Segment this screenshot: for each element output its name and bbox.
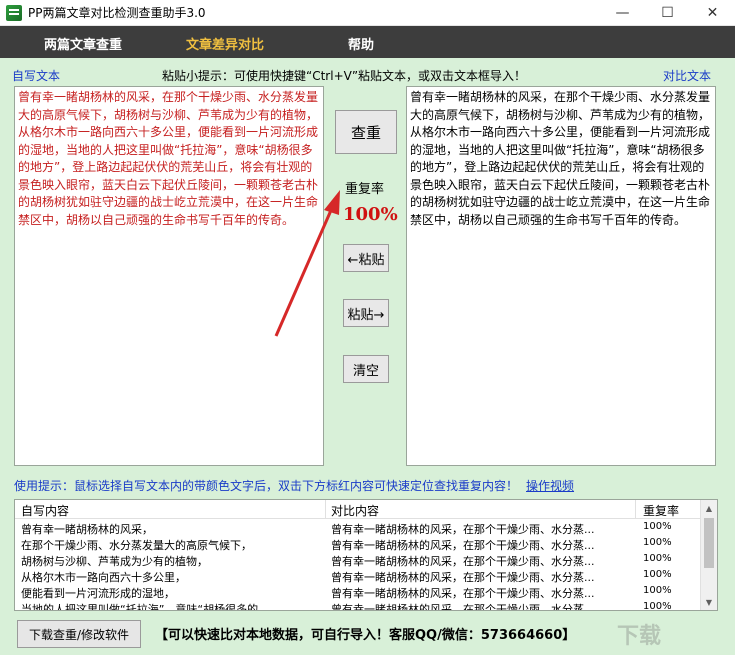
row-own-content: 曾有幸一睹胡杨林的风采， [21,523,153,536]
close-button[interactable]: ✕ [690,0,735,26]
table-header: 自写内容 对比内容 重复率 [15,500,701,519]
header-own-content[interactable]: 自写内容 [21,502,69,519]
maximize-button[interactable]: ☐ [645,0,690,26]
row-compare-content: 曾有幸一睹胡杨林的风采，在那个干燥少雨、水分蒸... [331,603,595,611]
paste-tip: 粘贴小提示：可使用快捷键“Ctrl+V”粘贴文本，或双击文本框导入！ [162,69,527,83]
rate-label: 重复率 [345,182,385,197]
row-rate: 100% [643,601,672,611]
download-software-button[interactable]: 下载查重/修改软件 [17,620,141,648]
row-rate: 100% [643,537,672,548]
row-own-content: 当地的人把这里叫做“托拉海”，意味“胡杨很多的 [21,603,259,611]
left-text-input[interactable]: 曾有幸一睹胡杨林的风采，在那个干燥少雨、水分蒸发量大的高原气候下，胡杨树与沙柳、… [14,86,324,466]
rate-value: 100% [343,204,398,225]
menu-bar: 两篇文章查重 文章差异对比 帮助 [0,26,735,58]
right-text-label: 对比文本 [662,69,711,83]
tutorial-video-link[interactable]: 操作视频 [526,477,574,494]
row-compare-content: 曾有幸一睹胡杨林的风采，在那个干燥少雨、水分蒸... [331,571,595,584]
scroll-thumb[interactable] [704,518,714,568]
table-row[interactable]: 胡杨树与沙柳、芦苇成为少有的植物， 曾有幸一睹胡杨林的风采，在那个干燥少雨、水分… [15,553,701,569]
result-table[interactable]: 自写内容 对比内容 重复率 曾有幸一睹胡杨林的风采， 曾有幸一睹胡杨林的风采，在… [14,499,718,611]
paste-right-button[interactable]: 粘贴→ [343,299,389,327]
table-row[interactable]: 在那个干燥少雨、水分蒸发量大的高原气候下， 曾有幸一睹胡杨林的风采，在那个干燥少… [15,537,701,553]
row-rate: 100% [643,553,672,564]
row-compare-content: 曾有幸一睹胡杨林的风采，在那个干燥少雨、水分蒸... [331,523,595,536]
window-controls: — ☐ ✕ [600,0,735,26]
table-row[interactable]: 从格尔木市一路向西六十多公里， 曾有幸一睹胡杨林的风采，在那个干燥少雨、水分蒸.… [15,569,701,585]
row-compare-content: 曾有幸一睹胡杨林的风采，在那个干燥少雨、水分蒸... [331,555,595,568]
right-text-input[interactable]: 曾有幸一睹胡杨林的风采，在那个干燥少雨、水分蒸发量大的高原气候下，胡杨树与沙柳、… [406,86,716,466]
header-rate[interactable]: 重复率 [643,502,679,519]
row-compare-content: 曾有幸一睹胡杨林的风采，在那个干燥少雨、水分蒸... [331,587,595,600]
menu-item-article-diff[interactable]: 文章差异对比 [186,34,264,53]
row-rate: 100% [643,569,672,580]
row-rate: 100% [643,521,672,532]
usage-tip: 使用提示：鼠标选择自写文本内的带颜色文字后，双击下方标红内容可快速定位查找重复内… [14,479,519,493]
clear-button[interactable]: 清空 [343,355,389,383]
row-own-content: 在那个干燥少雨、水分蒸发量大的高原气候下， [21,539,252,552]
row-own-content: 便能看到一片河流形成的湿地， [21,587,175,600]
scroll-down-icon[interactable]: ▼ [701,594,717,610]
table-row[interactable]: 当地的人把这里叫做“托拉海”，意味“胡杨很多的 曾有幸一睹胡杨林的风采，在那个干… [15,601,701,611]
menu-item-article-check[interactable]: 两篇文章查重 [44,34,122,53]
row-own-content: 从格尔木市一路向西六十多公里， [21,571,186,584]
paste-left-button[interactable]: ←粘贴 [343,244,389,272]
title-bar: PP两篇文章对比检测查重助手3.0 — ☐ ✕ [0,0,735,26]
row-compare-content: 曾有幸一睹胡杨林的风采，在那个干燥少雨、水分蒸... [331,539,595,552]
table-row[interactable]: 曾有幸一睹胡杨林的风采， 曾有幸一睹胡杨林的风采，在那个干燥少雨、水分蒸... … [15,521,701,537]
app-icon [6,4,22,21]
row-rate: 100% [643,585,672,596]
check-button[interactable]: 查重 [335,110,397,154]
site-watermark: 下载 [617,624,662,649]
scroll-up-icon[interactable]: ▲ [701,500,717,516]
table-scrollbar[interactable]: ▲ ▼ [700,500,717,610]
header-compare-content[interactable]: 对比内容 [331,502,379,519]
row-own-content: 胡杨树与沙柳、芦苇成为少有的植物， [21,555,208,568]
window-title: PP两篇文章对比检测查重助手3.0 [28,6,206,20]
minimize-button[interactable]: — [600,0,645,26]
menu-item-help[interactable]: 帮助 [348,34,374,53]
footer-contact-text: 【可以快速比对本地数据，可自行导入！客服QQ/微信：573664660】 [155,628,576,643]
table-row[interactable]: 便能看到一片河流形成的湿地， 曾有幸一睹胡杨林的风采，在那个干燥少雨、水分蒸..… [15,585,701,601]
main-content: 自写文本 粘贴小提示：可使用快捷键“Ctrl+V”粘贴文本，或双击文本框导入！ … [0,58,735,655]
left-text-label: 自写文本 [12,69,61,83]
